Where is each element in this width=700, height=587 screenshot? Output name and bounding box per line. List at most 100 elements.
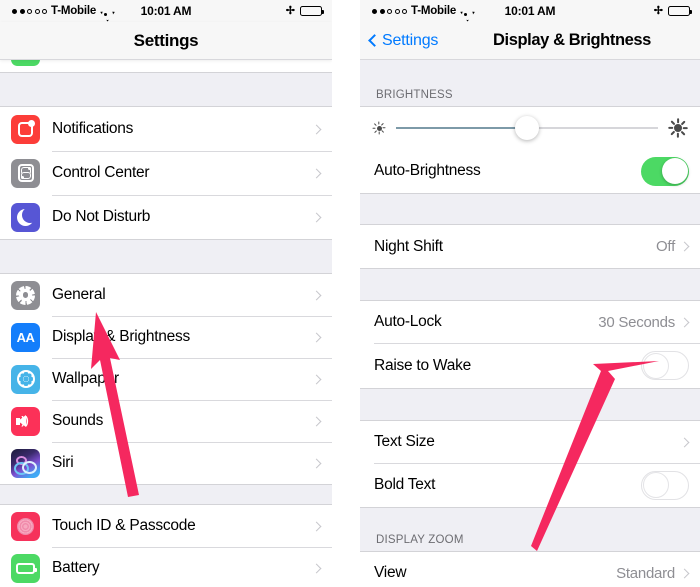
list-item-carrier[interactable]: Carrier T-Mobile xyxy=(0,60,332,72)
auto-lock-row[interactable]: Auto-Lock 30 Seconds xyxy=(360,301,700,343)
control-center-icon xyxy=(11,158,40,188)
view-row[interactable]: View Standard xyxy=(360,552,700,587)
do-not-disturb-icon xyxy=(11,202,40,232)
list-item-label: Display & Brightness xyxy=(52,328,191,345)
sidebar-item-general[interactable]: General xyxy=(0,274,332,316)
settings-group-3: Touch ID & Passcode Battery Privacy xyxy=(0,504,332,587)
status-time: 10:01 AM xyxy=(504,4,556,18)
brightness-slider-track[interactable] xyxy=(396,116,658,140)
sidebar-item-notifications[interactable]: Notifications xyxy=(0,107,332,151)
chevron-right-icon xyxy=(679,317,690,327)
right-phone-panel: T-Mobile 10:01 AM ✢ Settings Display & B… xyxy=(360,0,700,587)
right-status-right-group: ✢ xyxy=(653,4,692,17)
siri-icon xyxy=(11,448,40,478)
section-header-display-zoom: DISPLAY ZOOM xyxy=(376,534,464,546)
notifications-icon xyxy=(11,114,40,144)
chevron-right-icon xyxy=(311,458,322,468)
settings-group-1: Notifications Control Center Do Not Dist… xyxy=(0,106,332,240)
chevron-right-icon xyxy=(311,521,322,531)
list-item-label: Siri xyxy=(52,454,74,471)
sounds-icon: )) xyxy=(11,406,40,436)
carrier-icon xyxy=(11,60,40,66)
left-phone-panel: T-Mobile 10:01 AM ✢ Settings Carrier T-M… xyxy=(0,0,332,587)
chevron-right-icon xyxy=(311,168,322,178)
night-shift-group: Night Shift Off xyxy=(360,224,700,269)
left-settings-list[interactable]: Carrier T-Mobile Notifications Control C… xyxy=(0,60,332,587)
chevron-right-icon xyxy=(311,563,322,573)
sidebar-item-sounds[interactable]: )) Sounds xyxy=(0,400,332,442)
list-item-label: Auto-Lock xyxy=(374,313,442,330)
chevron-right-icon xyxy=(311,332,322,342)
sun-large-icon xyxy=(668,118,688,138)
right-nav-bar: Settings Display & Brightness xyxy=(360,22,700,60)
chevron-right-icon xyxy=(679,241,690,252)
chevron-right-icon xyxy=(679,568,690,578)
spacer xyxy=(0,240,332,273)
text-size-row[interactable]: Text Size xyxy=(360,421,700,463)
spacer xyxy=(360,389,700,420)
view-value: Standard xyxy=(616,564,675,582)
screenshot-stage: T-Mobile 10:01 AM ✢ Settings Carrier T-M… xyxy=(0,0,700,587)
list-item-label: Sounds xyxy=(52,412,104,429)
bold-text-toggle[interactable] xyxy=(641,470,689,500)
sidebar-item-wallpaper[interactable]: Wallpaper xyxy=(0,358,332,400)
list-item-label: Raise to Wake xyxy=(374,356,471,374)
left-status-right-group: ✢ xyxy=(285,4,324,17)
raise-to-wake-row[interactable]: Raise to Wake xyxy=(360,343,700,388)
display-icon: AA xyxy=(11,322,40,352)
display-zoom-group: View Standard xyxy=(360,551,700,587)
bluetooth-icon: ✢ xyxy=(285,4,295,17)
list-item-label: Battery xyxy=(52,559,100,576)
sidebar-item-siri[interactable]: Siri xyxy=(0,442,332,484)
battery-icon xyxy=(300,6,324,16)
chevron-right-icon xyxy=(311,290,322,300)
list-item-label: Bold Text xyxy=(374,476,436,493)
page-title: Settings xyxy=(133,30,199,50)
night-shift-row[interactable]: Night Shift Off xyxy=(360,225,700,268)
raise-to-wake-toggle[interactable] xyxy=(641,351,689,380)
chevron-right-icon xyxy=(679,437,690,447)
brightness-slider-row[interactable] xyxy=(360,107,700,149)
list-item-label: View xyxy=(374,564,407,581)
list-item-label: Text Size xyxy=(374,433,435,450)
brightness-section-header-wrap: BRIGHTNESS xyxy=(360,88,700,106)
back-button[interactable]: Settings xyxy=(368,31,439,50)
right-status-bar: T-Mobile 10:01 AM ✢ xyxy=(360,0,700,22)
night-shift-value: Off xyxy=(656,238,675,255)
back-button-label: Settings xyxy=(382,31,439,49)
section-header-brightness: BRIGHTNESS xyxy=(376,89,453,101)
page-title: Display & Brightness xyxy=(493,31,651,49)
sidebar-item-control-center[interactable]: Control Center xyxy=(0,151,332,195)
chevron-left-icon xyxy=(368,34,381,47)
display-brightness-list[interactable]: BRIGHTNESS Auto-Brightness Night Shift O… xyxy=(360,60,700,587)
list-item-label: Wallpaper xyxy=(52,370,119,387)
list-item-label: Night Shift xyxy=(374,237,443,255)
auto-brightness-toggle[interactable] xyxy=(641,156,689,186)
list-item-label: Control Center xyxy=(52,164,150,181)
general-icon xyxy=(11,280,40,310)
bluetooth-icon: ✢ xyxy=(653,4,663,17)
list-item-label: Notifications xyxy=(52,120,134,137)
touch-id-icon xyxy=(11,511,40,541)
sidebar-item-battery[interactable]: Battery xyxy=(0,547,332,587)
battery-icon xyxy=(668,6,692,16)
spacer xyxy=(0,73,332,106)
list-item-label: Auto-Brightness xyxy=(374,162,481,179)
sidebar-item-display-brightness[interactable]: AA Display & Brightness xyxy=(0,316,332,358)
bold-text-row[interactable]: Bold Text xyxy=(360,463,700,507)
auto-lock-value: 30 Seconds xyxy=(598,313,675,331)
auto-lock-group: Auto-Lock 30 Seconds Raise to Wake xyxy=(360,300,700,389)
list-item-label: General xyxy=(52,286,106,303)
auto-brightness-row[interactable]: Auto-Brightness xyxy=(360,149,700,193)
settings-group-2: General AA Display & Brightness Wallpape… xyxy=(0,273,332,485)
spacer xyxy=(0,485,332,504)
sidebar-item-touch-id-passcode[interactable]: Touch ID & Passcode xyxy=(0,505,332,547)
left-status-bar: T-Mobile 10:01 AM ✢ xyxy=(0,0,332,22)
brightness-group: Auto-Brightness xyxy=(360,106,700,194)
battery-icon xyxy=(11,553,40,583)
chevron-right-icon xyxy=(311,124,322,134)
brightness-slider-knob[interactable] xyxy=(515,116,539,140)
clipped-carrier-group: Carrier T-Mobile xyxy=(0,60,332,73)
sidebar-item-do-not-disturb[interactable]: Do Not Disturb xyxy=(0,195,332,239)
sun-small-icon xyxy=(372,121,386,135)
